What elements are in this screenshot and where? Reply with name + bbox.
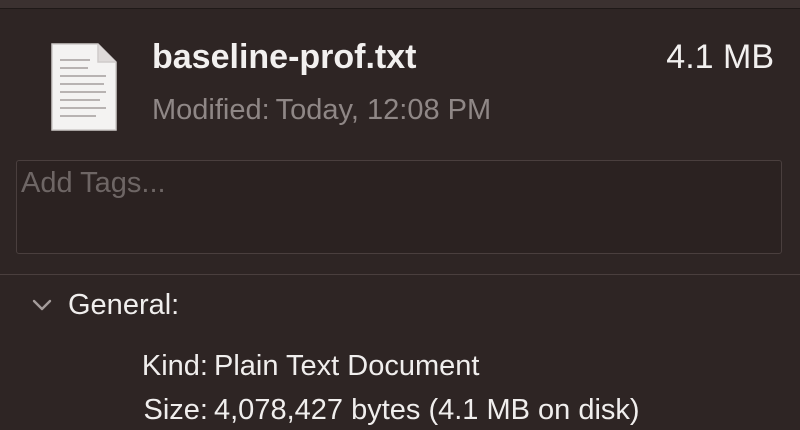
tags-input[interactable]: Add Tags...: [16, 160, 782, 254]
section-divider: [0, 274, 800, 275]
size-label: Size:: [143, 394, 208, 426]
modified-value: Today, 12:08 PM: [275, 94, 492, 126]
file-size: 4.1 MB: [666, 38, 774, 76]
kind-value: Plain Text Document: [214, 350, 480, 382]
size-row: Size: 4,078,427 bytes (4.1 MB on disk): [118, 394, 640, 427]
size-value: 4,078,427 bytes (4.1 MB on disk): [214, 394, 640, 426]
general-section-title: General:: [68, 288, 180, 321]
chevron-down-icon: [32, 299, 52, 311]
window-top-edge: [0, 0, 800, 9]
general-section-toggle[interactable]: General:: [30, 283, 179, 327]
tags-placeholder: Add Tags...: [21, 167, 166, 199]
kind-label: Kind:: [141, 350, 208, 382]
text-document-icon: [50, 42, 118, 132]
kind-row: Kind: Plain Text Document: [118, 350, 480, 383]
file-name: baseline-prof.txt: [152, 38, 417, 76]
modified-info: Modified: Today, 12:08 PM: [152, 94, 491, 127]
modified-label: Modified:: [152, 94, 270, 126]
